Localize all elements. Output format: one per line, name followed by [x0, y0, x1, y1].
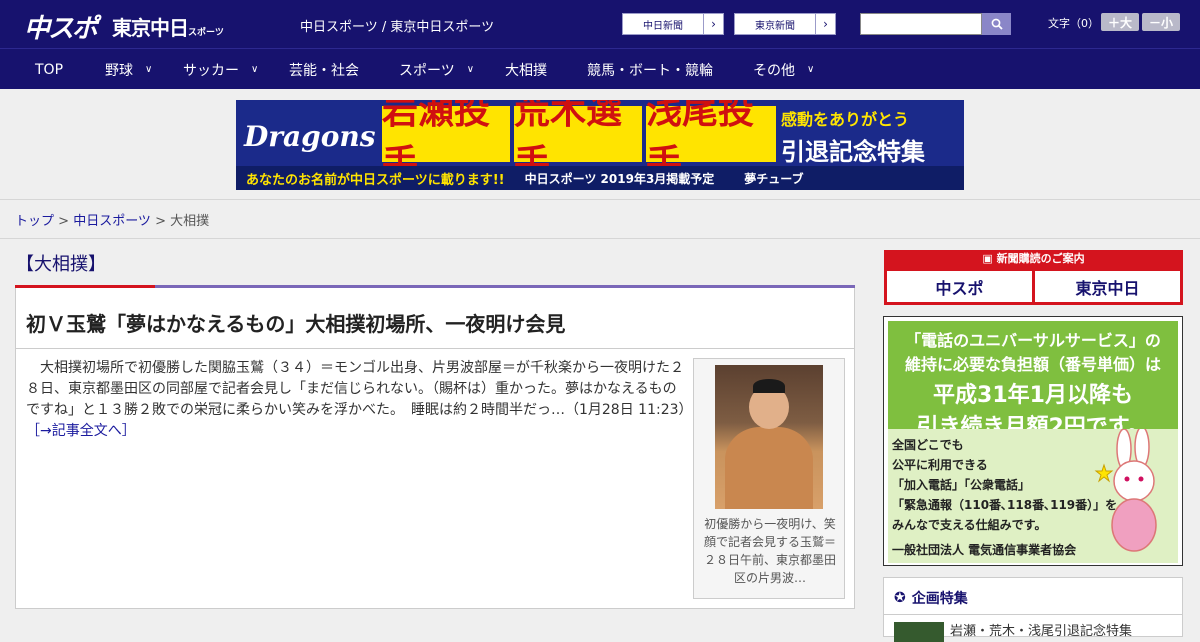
- banner-msg-line1: 感動をありがとう: [781, 110, 910, 129]
- nav-item-top[interactable]: TOP: [35, 49, 63, 90]
- ad-top: 「電話のユニバーサルサービス」の 維持に必要な負担額（番号単価）は 平成31年1…: [888, 321, 1178, 440]
- nav-label: 芸能・社会: [289, 62, 359, 79]
- divider: [884, 614, 1182, 615]
- nav-label: 競馬・ボート・競輪: [587, 62, 713, 79]
- nav-item-racing[interactable]: 競馬・ボート・競輪: [587, 49, 713, 90]
- article-body: 大相撲初場所で初優勝した関脇玉鷲（３４）＝モンゴル出身、片男波部屋＝が千秋楽から…: [26, 358, 686, 442]
- tokyo-shimbun-link[interactable]: 東京新聞 ›: [734, 13, 836, 35]
- banner-area: Dragons 岩瀬投手 荒木選手 浅尾投手 感動をありがとう 引退記念特集 あ…: [0, 89, 1200, 200]
- dragons-logo: Dragons: [244, 119, 376, 153]
- chuspo-logo[interactable]: 中スポ: [24, 8, 98, 45]
- rabbit-mascot-icon: [1094, 429, 1157, 552]
- banner-player-3: 浅尾投手: [646, 100, 776, 184]
- ad-line-a: 「電話のユニバーサルサービス」の: [905, 331, 1161, 350]
- tokyo-logo-text: 東京中日: [112, 16, 189, 40]
- feature-head: ✪ 企画特集: [894, 588, 968, 608]
- site-title: 中日スポーツ / 東京中日スポーツ: [300, 20, 495, 35]
- nav-item-baseball[interactable]: 野球 ∨: [105, 49, 152, 90]
- ad-text-line: 「加入電話」「公衆電話」: [892, 478, 1031, 492]
- newspaper-icon: ▣: [982, 252, 997, 265]
- breadcrumb-section[interactable]: 中日スポーツ: [73, 214, 151, 229]
- chevron-down-icon: ∨: [807, 64, 815, 75]
- banner-bottom-text: あなたのお名前が中日スポーツに載ります!!: [246, 172, 505, 188]
- nav-label: スポーツ: [399, 62, 455, 79]
- subscription-logos: 中スポ 東京中日: [887, 271, 1180, 302]
- banner-player-1: 岩瀬投手: [382, 100, 510, 184]
- breadcrumb-sep: >: [150, 214, 171, 229]
- search-icon: [991, 18, 1003, 30]
- photo-caption: 初優勝から一夜明け、笑顔で記者会見する玉鷲＝２８日午前、東京都墨田区の片男波…: [703, 517, 836, 585]
- chevron-right-icon: ›: [703, 14, 723, 34]
- photo-box[interactable]: 初優勝から一夜明け、笑顔で記者会見する玉鷲＝２８日午前、東京都墨田区の片男波…: [693, 358, 845, 599]
- subscription-head: ▣ 新聞購読のご案内: [884, 250, 1183, 268]
- subscribe-tokyo-chunichi[interactable]: 東京中日: [1035, 271, 1180, 302]
- chevron-down-icon: ∨: [145, 64, 153, 75]
- search-button[interactable]: [982, 13, 1011, 35]
- ad-lines: 全国どこでも 公平に利用できる 「加入電話」「公衆電話」 「緊急通報（110番､…: [892, 435, 1117, 535]
- banner-yume: 夢チューブ: [744, 171, 804, 186]
- nav-item-soccer[interactable]: サッカー ∨: [183, 49, 258, 90]
- subscription-head-text: 新聞購読のご案内: [996, 252, 1085, 265]
- subscription-box[interactable]: ▣ 新聞購読のご案内 中スポ 東京中日: [884, 250, 1183, 305]
- banner-msg-line2: 引退記念特集: [781, 138, 925, 166]
- banner-player-2: 荒木選手: [514, 100, 642, 184]
- breadcrumb-current: 大相撲: [170, 214, 210, 229]
- nav-label: その他: [753, 62, 795, 79]
- nav-label: サッカー: [183, 62, 239, 79]
- ad-text-line: みんなで支える仕組みです。: [892, 518, 1047, 532]
- tokyo-logo-small: スポーツ: [188, 28, 224, 38]
- feature-box: ✪ 企画特集 岩瀬・荒木・浅尾引退記念特集: [883, 577, 1183, 642]
- ad-line-c: 平成31年1月以降も: [933, 383, 1133, 408]
- read-more-link[interactable]: ［→記事全文へ］: [26, 423, 136, 439]
- ad-organization: 一般社団法人 電気通信事業者協会: [892, 543, 1077, 557]
- nav-item-entertainment[interactable]: 芸能・社会: [289, 49, 359, 90]
- font-size-label: 文字（0）: [1048, 17, 1099, 30]
- breadcrumb-sep: >: [54, 214, 74, 229]
- main-nav: TOP 野球 ∨ サッカー ∨ 芸能・社会 スポーツ ∨ 大相撲 競馬・ボート・競輪 …: [0, 48, 1200, 89]
- subscribe-chuspo[interactable]: 中スポ: [887, 271, 1032, 302]
- chevron-down-icon: ∨: [466, 64, 475, 75]
- ribbon-icon: ✪: [894, 590, 906, 606]
- tokyo-shimbun-label: 東京新聞: [755, 20, 795, 32]
- feature-thumbnail[interactable]: [894, 622, 944, 642]
- chevron-right-icon: ›: [815, 14, 835, 34]
- article-top-rule-red: [15, 285, 155, 288]
- search-input[interactable]: [860, 13, 982, 35]
- ad-text-line: 全国どこでも: [892, 438, 964, 452]
- category-title: 【大相撲】: [16, 254, 106, 275]
- ad-text-line: 公平に利用できる: [892, 458, 988, 472]
- tokyo-chunichi-logo[interactable]: 東京中日スポーツ: [112, 12, 224, 41]
- nav-label: TOP: [35, 61, 64, 78]
- article-title[interactable]: 初Ｖ玉鷲「夢はかなえるもの」大相撲初場所、一夜明け会見: [26, 308, 565, 337]
- dragons-retirement-banner[interactable]: Dragons 岩瀬投手 荒木選手 浅尾投手 感動をありがとう 引退記念特集 あ…: [236, 100, 964, 190]
- header: 中スポ 東京中日スポーツ 中日スポーツ / 東京中日スポーツ 中日新聞 › 東京…: [0, 0, 1200, 48]
- font-decrease-button[interactable]: －小: [1142, 13, 1180, 31]
- ad-bottom: 全国どこでも 公平に利用できる 「加入電話」「公衆電話」 「緊急通報（110番､…: [888, 429, 1178, 563]
- nav-item-other[interactable]: その他 ∨: [753, 49, 814, 90]
- banner-bottom: あなたのお名前が中日スポーツに載ります!! 中日スポーツ 2019年3月掲載予定…: [236, 166, 964, 190]
- chunichi-shimbun-link[interactable]: 中日新聞 ›: [622, 13, 724, 35]
- nav-item-sports[interactable]: スポーツ ∨: [399, 49, 474, 90]
- chunichi-shimbun-label: 中日新聞: [643, 20, 683, 32]
- banner-publish: 中日スポーツ 2019年3月掲載予定: [524, 171, 715, 186]
- breadcrumb-top[interactable]: トップ: [15, 214, 54, 229]
- feature-head-text: 企画特集: [911, 591, 968, 607]
- banner-message: 感動をありがとう 引退記念特集: [781, 106, 961, 167]
- article-photo[interactable]: [715, 365, 823, 509]
- nav-label: 大相撲: [505, 62, 547, 79]
- nav-item-sumo[interactable]: 大相撲: [505, 49, 547, 90]
- ad-text-line: 「緊急通報（110番､118番､119番）」を: [892, 498, 1118, 512]
- nav-label: 野球: [105, 62, 133, 79]
- chevron-down-icon: ∨: [251, 64, 259, 75]
- article-summary: 大相撲初場所で初優勝した関脇玉鷲（３４）＝モンゴル出身、片男波部屋＝が千秋楽から…: [26, 360, 686, 418]
- universal-service-ad[interactable]: 「電話のユニバーサルサービス」の 維持に必要な負担額（番号単価）は 平成31年1…: [883, 316, 1183, 566]
- breadcrumb: トップ > 中日スポーツ > 大相撲: [0, 200, 1200, 239]
- ad-line-b: 維持に必要な負担額（番号単価）は: [904, 355, 1161, 374]
- divider: [16, 348, 854, 349]
- article-card: 初Ｖ玉鷲「夢はかなえるもの」大相撲初場所、一夜明け会見 大相撲初場所で初優勝した…: [15, 285, 855, 609]
- photo-hair: [753, 379, 785, 393]
- photo-robe: [725, 427, 813, 509]
- font-increase-button[interactable]: ＋大: [1101, 13, 1139, 31]
